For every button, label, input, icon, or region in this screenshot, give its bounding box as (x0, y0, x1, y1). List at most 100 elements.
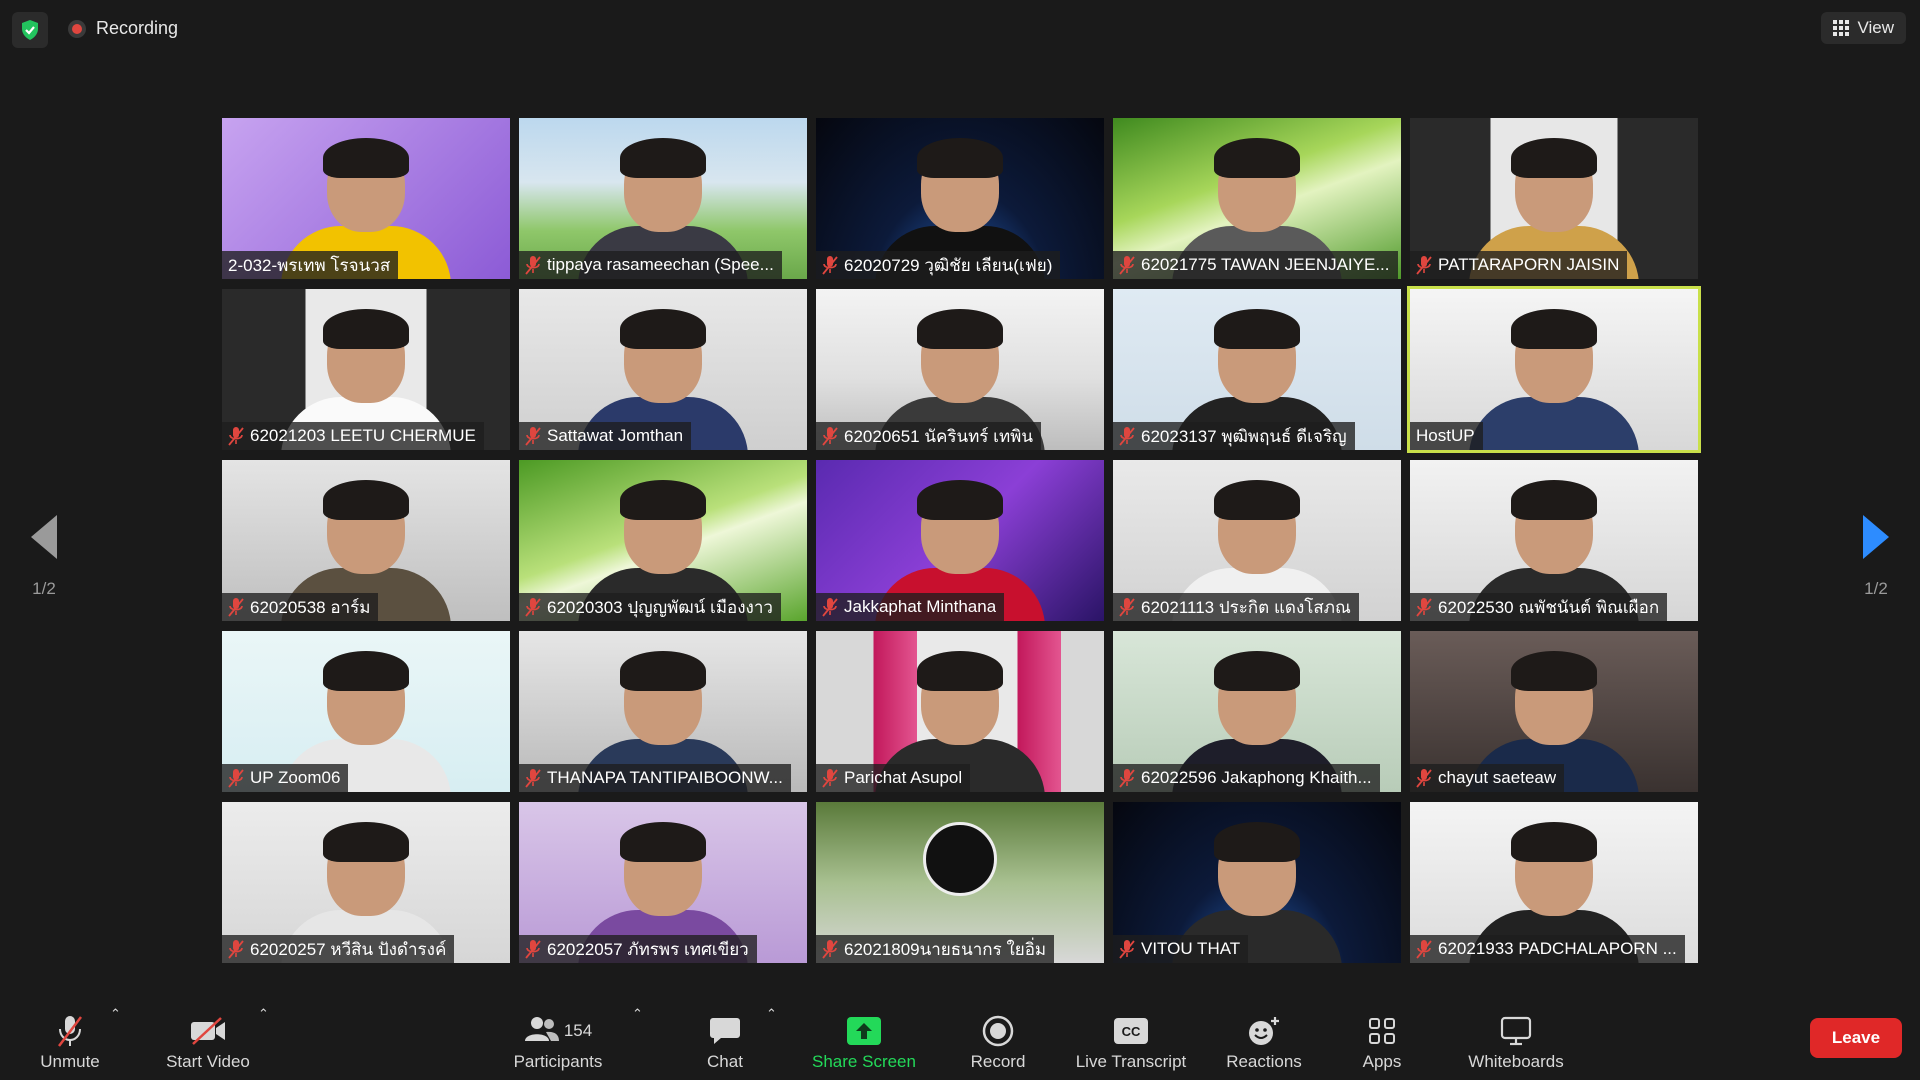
mic-muted-icon (822, 768, 838, 788)
record-dot-icon (68, 19, 86, 38)
participant-tile[interactable]: Jakkaphat Minthana (816, 460, 1104, 621)
mic-muted-icon (822, 255, 838, 275)
participant-tile[interactable]: PATTARAPORN JAISIN (1410, 118, 1698, 279)
mic-muted-icon (1119, 939, 1135, 959)
mic-muted-icon (228, 768, 244, 788)
participant-name: Parichat Asupol (844, 768, 963, 787)
mic-muted-icon (525, 768, 541, 788)
participant-tile[interactable]: 62022596 Jakaphong Khaith... (1113, 631, 1401, 792)
audio-options-chevron-icon[interactable]: ⌃ (110, 1006, 121, 1022)
participant-tile[interactable]: 62020303 ปุญญพัฒน์ เมืองงาว (519, 460, 807, 621)
mic-muted-icon (525, 255, 541, 275)
participant-name: 62021203 LEETU CHERMUE (250, 426, 476, 445)
participant-tile[interactable]: 62021113 ประกิต แดงโสภณ (1113, 460, 1401, 621)
apps-label: Apps (1362, 1052, 1402, 1071)
view-button[interactable]: View (1821, 12, 1906, 44)
participant-tile[interactable]: 62021933 PADCHALAPORN ... (1410, 802, 1698, 963)
participant-name: 62022057 ภัทรพร เทศเขียว (547, 939, 749, 959)
chat-options-chevron-icon[interactable]: ⌃ (766, 1006, 777, 1022)
participant-tile[interactable]: 62023137 พุฒิพฤนธ์ ดีเจริญ (1113, 289, 1401, 450)
participant-silhouette (1469, 309, 1639, 450)
participant-name: VITOU THAT (1141, 939, 1241, 958)
participant-tile[interactable]: Sattawat Jomthan (519, 289, 807, 450)
participant-name-bar: 62020729 วุฒิชัย เลียน(เฟย) (816, 251, 1061, 279)
mic-muted-icon (228, 426, 244, 446)
mic-muted-icon (1119, 426, 1135, 446)
participant-name-bar: 62022596 Jakaphong Khaith... (1113, 764, 1380, 792)
share-screen-button[interactable]: Share Screen (804, 1010, 924, 1072)
participant-name-bar: PATTARAPORN JAISIN (1410, 251, 1628, 279)
page-indicator-left: 1/2 (32, 579, 56, 598)
participant-name-bar: 62021203 LEETU CHERMUE (222, 422, 484, 450)
participant-name: 62022596 Jakaphong Khaith... (1141, 768, 1372, 787)
participant-tile[interactable]: 62020729 วุฒิชัย เลียน(เฟย) (816, 118, 1104, 279)
participant-tile[interactable]: 62022057 ภัทรพร เทศเขียว (519, 802, 807, 963)
participant-name-bar: 62022057 ภัทรพร เทศเขียว (519, 935, 757, 963)
mic-muted-icon (1416, 768, 1432, 788)
whiteboards-label: Whiteboards (1468, 1052, 1564, 1071)
participant-name: HostUP (1416, 426, 1475, 445)
next-page-button[interactable]: 1/2 (1846, 515, 1906, 599)
participant-name: 62021933 PADCHALAPORN ... (1438, 939, 1677, 958)
record-button[interactable]: Record (958, 1010, 1038, 1072)
apps-button[interactable]: Apps (1352, 1010, 1412, 1072)
participants-button[interactable]: 154 Participants (506, 1010, 610, 1072)
video-gallery: 2-032-พรเทพ โรจนวส tippaya rasameechan (S… (222, 118, 1701, 963)
participant-tile[interactable]: 62022530 ณพัชนันต์ พิณเผือก (1410, 460, 1698, 621)
start-video-label: Start Video (166, 1052, 250, 1071)
participant-tile[interactable]: 62021203 LEETU CHERMUE (222, 289, 510, 450)
mic-muted-icon (822, 426, 838, 446)
participant-name: 62023137 พุฒิพฤนธ์ ดีเจริญ (1141, 426, 1347, 446)
video-options-chevron-icon[interactable]: ⌃ (258, 1006, 269, 1022)
mic-muted-icon (30, 1010, 110, 1052)
participant-tile[interactable]: 62020651 นัครินทร์ เทพิน (816, 289, 1104, 450)
participant-name: 62021775 TAWAN JEENJAIYE... (1141, 255, 1390, 274)
participant-tile[interactable]: 2-032-พรเทพ โรจนวส (222, 118, 510, 279)
whiteboards-button[interactable]: Whiteboards (1456, 1010, 1576, 1072)
participant-name-bar: tippaya rasameechan (Spee... (519, 251, 782, 279)
participant-name: 2-032-พรเทพ โรจนวส (228, 255, 391, 275)
chat-label: Chat (707, 1052, 743, 1071)
arrow-right-icon (1863, 515, 1889, 559)
participant-tile[interactable]: THANAPA TANTIPAIBOONW... (519, 631, 807, 792)
participant-name: 62020538 อาร์ม (250, 597, 371, 617)
share-screen-label: Share Screen (812, 1052, 916, 1071)
participant-tile[interactable]: Parichat Asupol (816, 631, 1104, 792)
participant-tile[interactable]: 62021775 TAWAN JEENJAIYE... (1113, 118, 1401, 279)
mic-muted-icon (525, 939, 541, 959)
participants-options-chevron-icon[interactable]: ⌃ (632, 1006, 643, 1022)
live-transcript-button[interactable]: CC Live Transcript (1066, 1010, 1196, 1072)
participant-tile[interactable]: tippaya rasameechan (Spee... (519, 118, 807, 279)
participant-name-bar: VITOU THAT (1113, 935, 1249, 963)
encryption-shield-icon[interactable] (12, 12, 48, 48)
participant-tile[interactable]: UP Zoom06 (222, 631, 510, 792)
participant-name-bar: 62021775 TAWAN JEENJAIYE... (1113, 251, 1398, 279)
prev-page-button[interactable]: 1/2 (14, 515, 74, 599)
participant-name-bar: 62020257 หวีสิน ปังดำรงค์ (222, 935, 455, 963)
chat-button[interactable]: Chat (690, 1010, 760, 1072)
mic-muted-icon (1119, 597, 1135, 617)
participants-icon (524, 1016, 560, 1047)
record-label: Record (970, 1052, 1026, 1071)
record-icon (958, 1010, 1038, 1052)
mic-muted-icon (1119, 255, 1135, 275)
participant-name-bar: 62021933 PADCHALAPORN ... (1410, 935, 1685, 963)
mic-muted-icon (228, 597, 244, 617)
leave-button[interactable]: Leave (1810, 1018, 1902, 1058)
start-video-button[interactable]: Start Video (156, 1010, 260, 1072)
participant-tile[interactable]: 62020538 อาร์ม (222, 460, 510, 621)
mic-muted-icon (228, 939, 244, 959)
participant-tile[interactable]: 62021809นายธนากร ใยอิ่ม (816, 802, 1104, 963)
reactions-button[interactable]: Reactions (1216, 1010, 1312, 1072)
participant-tile[interactable]: 62020257 หวีสิน ปังดำรงค์ (222, 802, 510, 963)
recording-indicator[interactable]: Recording (68, 18, 178, 39)
participant-name: Jakkaphat Minthana (844, 597, 997, 616)
participant-name-bar: 62023137 พุฒิพฤนธ์ ดีเจริญ (1113, 422, 1355, 450)
participant-tile[interactable]: chayut saeteaw (1410, 631, 1698, 792)
participant-tile[interactable]: VITOU THAT (1113, 802, 1401, 963)
participant-tile[interactable]: HostUP (1407, 286, 1701, 453)
participant-name: THANAPA TANTIPAIBOONW... (547, 768, 783, 787)
participant-name: 62020651 นัครินทร์ เทพิน (844, 426, 1034, 446)
unmute-button[interactable]: Unmute (30, 1010, 110, 1072)
mic-muted-icon (1416, 939, 1432, 959)
